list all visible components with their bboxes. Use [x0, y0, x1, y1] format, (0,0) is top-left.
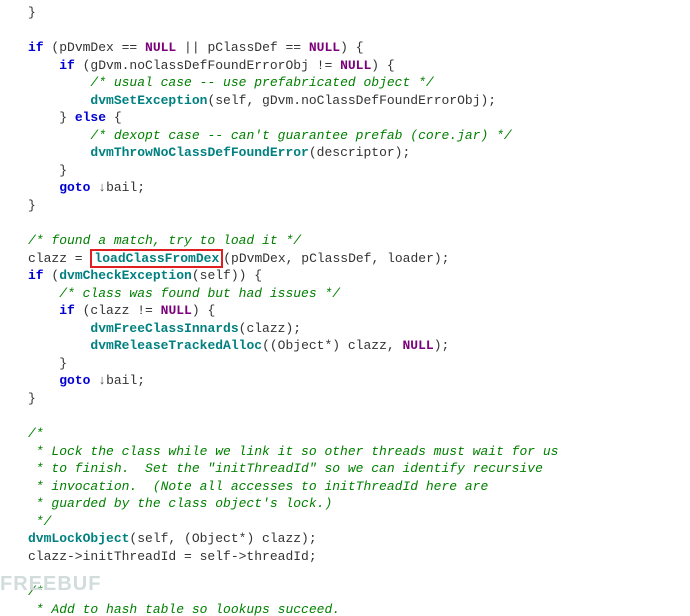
code-line: dvmLockObject(self, (Object*) clazz); [28, 531, 317, 546]
fn-dvmLockObject: dvmLockObject [28, 531, 129, 546]
code-line: /* found a match, try to load it */ [28, 233, 301, 248]
code-line: * to finish. Set the "initThreadId" so w… [28, 461, 543, 476]
code-line: * invocation. (Note all accesses to init… [28, 479, 488, 494]
code-line: } [28, 356, 67, 371]
code-line: /* class was found but had issues */ [28, 286, 340, 301]
keyword-if: if [59, 303, 75, 318]
keyword-goto: goto [59, 373, 90, 388]
code-line: goto ↓bail; [28, 180, 145, 195]
code-line: clazz = loadClassFromDex(pDvmDex, pClass… [28, 249, 450, 268]
fn-dvmSetException: dvmSetException [90, 93, 207, 108]
code-line: if (gDvm.noClassDefFoundErrorObj != NULL… [28, 58, 395, 73]
code-line: if (dvmCheckException(self)) { [28, 268, 262, 283]
code-screenshot: { "watermark": "FREEBUF", "highlight": {… [0, 0, 690, 616]
code-line: } [28, 198, 36, 213]
comment-block: /* [28, 584, 44, 599]
fn-dvmCheckException: dvmCheckException [59, 268, 192, 283]
code-block: } if (pDvmDex == NULL || pClassDef == NU… [0, 0, 690, 616]
highlighted-fn-loadClassFromDex: loadClassFromDex [90, 249, 223, 268]
code-line: dvmReleaseTrackedAlloc((Object*) clazz, … [28, 338, 449, 353]
null-literal: NULL [340, 58, 371, 73]
code-line: * guarded by the class object's lock.) [28, 496, 332, 511]
code-line: goto ↓bail; [28, 373, 145, 388]
code-line: /* [28, 426, 44, 441]
null-literal: NULL [161, 303, 192, 318]
code-line: * Add to hash table so lookups succeed. [28, 602, 340, 616]
code-line: * Lock the class while we link it so oth… [28, 444, 559, 459]
fn-dvmReleaseTrackedAlloc: dvmReleaseTrackedAlloc [90, 338, 262, 353]
comment: /* usual case -- use prefabricated objec… [90, 75, 433, 90]
code-line: /* usual case -- use prefabricated objec… [28, 75, 434, 90]
comment-block: * guarded by the class object's lock.) [28, 496, 332, 511]
comment-block: /* [28, 426, 44, 441]
code-line: if (pDvmDex == NULL || pClassDef == NULL… [28, 40, 364, 55]
keyword-if: if [59, 58, 75, 73]
code-line: dvmThrowNoClassDefFoundError(descriptor)… [28, 145, 410, 160]
code-line: /* dexopt case -- can't guarantee prefab… [28, 128, 512, 143]
fn-dvmFreeClassInnards: dvmFreeClassInnards [90, 321, 238, 336]
code-line: /* [28, 584, 44, 599]
code-line: dvmSetException(self, gDvm.noClassDefFou… [28, 93, 496, 108]
keyword-goto: goto [59, 180, 90, 195]
fn-dvmThrowNoClassDefFoundError: dvmThrowNoClassDefFoundError [90, 145, 308, 160]
comment-block: */ [28, 514, 51, 529]
code-line: } [28, 163, 67, 178]
comment-block: * Lock the class while we link it so oth… [28, 444, 559, 459]
code-line: */ [28, 514, 51, 529]
code-line: } else { [28, 110, 122, 125]
code-line: } [28, 5, 36, 20]
null-literal: NULL [145, 40, 176, 55]
keyword-if: if [28, 40, 44, 55]
code-line: dvmFreeClassInnards(clazz); [28, 321, 301, 336]
code-line: } [28, 391, 36, 406]
null-literal: NULL [309, 40, 340, 55]
keyword-else: else [75, 110, 106, 125]
null-literal: NULL [403, 338, 434, 353]
comment: /* dexopt case -- can't guarantee prefab… [90, 128, 511, 143]
comment-block: * Add to hash table so lookups succeed. [28, 602, 340, 616]
comment-block: * to finish. Set the "initThreadId" so w… [28, 461, 543, 476]
comment: /* found a match, try to load it */ [28, 233, 301, 248]
comment: /* class was found but had issues */ [59, 286, 340, 301]
code-line: if (clazz != NULL) { [28, 303, 215, 318]
comment-block: * invocation. (Note all accesses to init… [28, 479, 488, 494]
code-line: clazz->initThreadId = self->threadId; [28, 549, 317, 564]
keyword-if: if [28, 268, 44, 283]
